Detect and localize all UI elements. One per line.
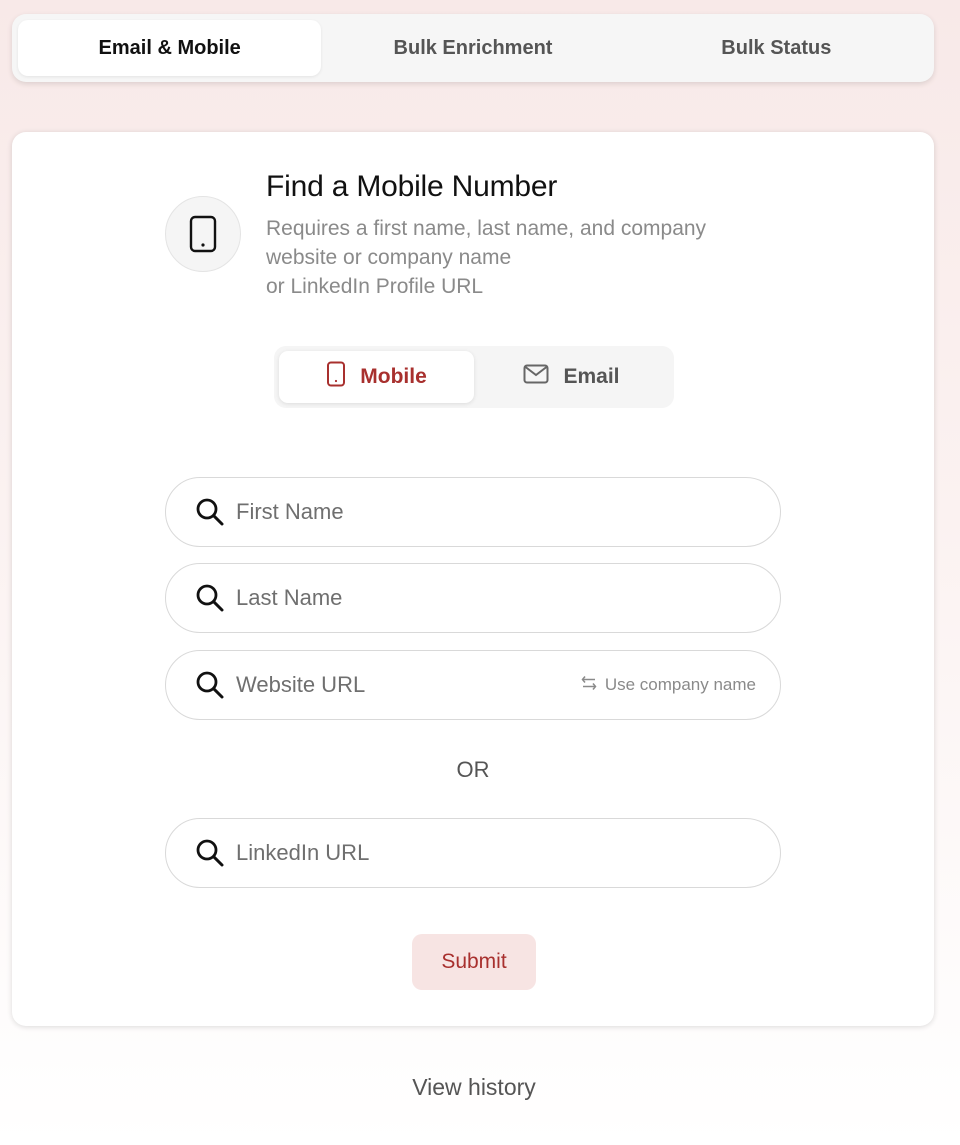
first-name-input[interactable] [236,499,756,525]
use-company-name-label: Use company name [604,675,756,694]
first-name-field [165,477,781,547]
mode-email-button[interactable]: Email [474,351,669,403]
envelope-icon [523,364,549,390]
page-subtitle: Requires a first name, last name, and co… [266,214,786,301]
mode-mobile-label: Mobile [360,365,427,388]
subtitle-line: or LinkedIn Profile URL [266,275,484,298]
top-tab-bar: Email & Mobile Bulk Enrichment Bulk Stat… [12,14,934,82]
mode-email-label: Email [563,365,620,388]
page-title: Find a Mobile Number [266,170,558,203]
search-icon [194,836,228,870]
tab-bulk-status[interactable]: Bulk Status [625,20,928,76]
view-history-link[interactable]: View history [0,1074,948,1101]
tab-bulk-enrichment[interactable]: Bulk Enrichment [321,20,624,76]
linkedin-url-field [165,818,781,888]
linkedin-url-input[interactable] [236,840,756,866]
mode-toggle: Mobile Email [274,346,674,408]
tab-email-mobile[interactable]: Email & Mobile [18,20,322,76]
website-url-input[interactable] [236,672,581,698]
mode-mobile-button[interactable]: Mobile [279,351,474,403]
or-separator: OR [456,757,490,782]
submit-button[interactable]: Submit [412,934,536,990]
use-company-name-toggle[interactable]: Use company name [581,675,756,696]
last-name-field [165,563,781,633]
last-name-input[interactable] [236,585,756,611]
mobile-phone-icon [165,196,241,272]
search-icon [194,668,228,702]
mobile-phone-icon [326,361,346,393]
subtitle-line: Requires a first name, last name, and co… [266,217,707,240]
lookup-card: Find a Mobile Number Requires a first na… [12,132,934,1026]
website-url-field: Use company name [165,650,781,720]
subtitle-line: website or company name [266,246,512,269]
search-icon [194,495,228,529]
search-icon [194,581,228,615]
swap-arrows-icon [581,675,597,696]
